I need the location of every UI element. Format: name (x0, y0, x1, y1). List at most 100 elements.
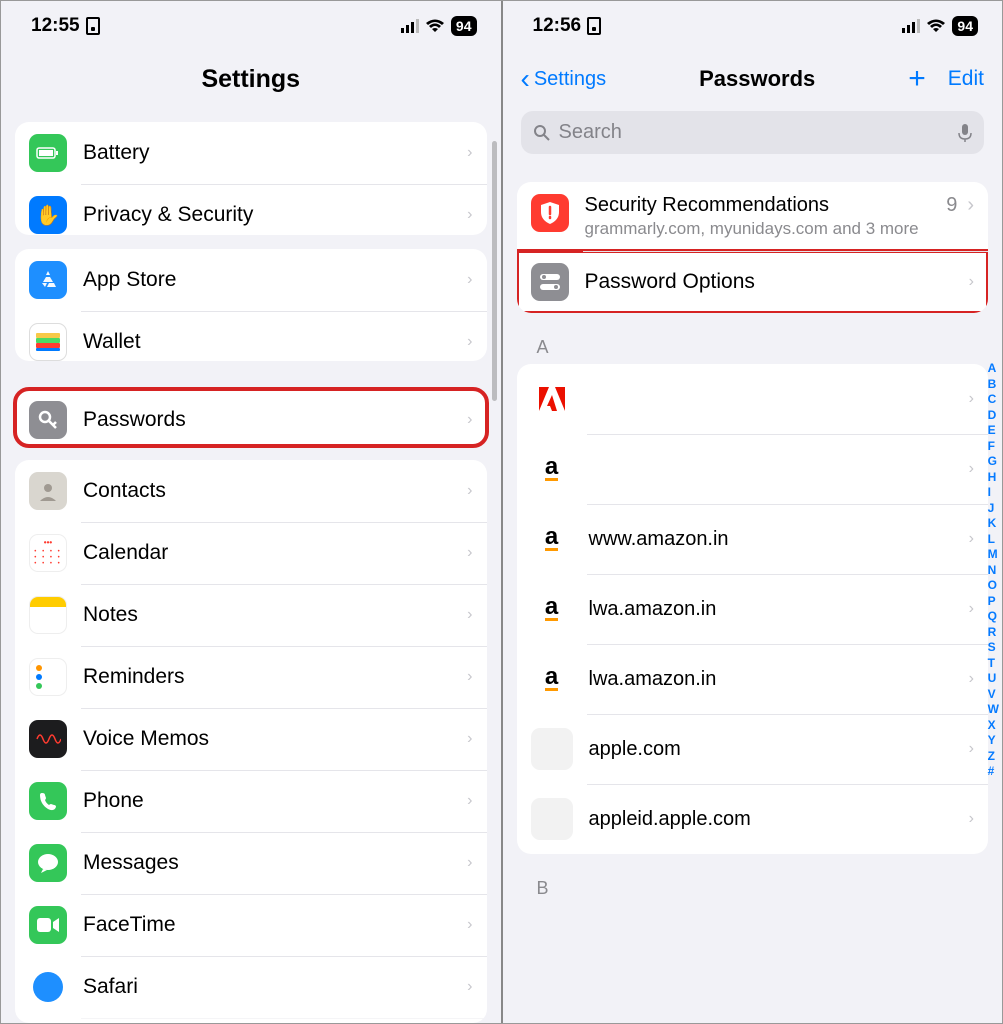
row-messages[interactable]: Messages › (15, 832, 487, 894)
row-wallet[interactable]: Wallet › (15, 311, 487, 362)
signal-icon (401, 19, 419, 33)
row-wallet-label: Wallet (83, 330, 467, 354)
chevron-right-icon: › (969, 390, 974, 408)
entry-label: lwa.amazon.in (589, 598, 969, 621)
battery-badge: 94 (451, 16, 477, 36)
index-letter[interactable]: D (988, 408, 999, 422)
key-icon (29, 401, 67, 439)
contacts-icon (29, 472, 67, 510)
index-letter[interactable]: # (988, 764, 999, 778)
password-entry[interactable]: a lwa.amazon.in › (517, 644, 989, 714)
entry-label: www.amazon.in (589, 528, 969, 551)
search-input[interactable]: Search (521, 111, 985, 154)
row-reminders-label: Reminders (83, 665, 467, 689)
password-entry[interactable]: a www.amazon.in › (517, 504, 989, 574)
index-letter[interactable]: I (988, 485, 999, 499)
row-appstore[interactable]: App Store › (15, 249, 487, 311)
row-facetime[interactable]: FaceTime › (15, 894, 487, 956)
sim-icon (86, 17, 100, 35)
index-letter[interactable]: M (988, 547, 999, 561)
index-letter[interactable]: F (988, 439, 999, 453)
calendar-icon: ••• • • • •• • • •• • • • (29, 534, 67, 572)
safari-icon (29, 968, 67, 1006)
alpha-index[interactable]: ABCDEFGHIJKLMNOPQRSTUVWXYZ# (988, 361, 999, 778)
facetime-icon (29, 906, 67, 944)
index-letter[interactable]: T (988, 656, 999, 670)
index-letter[interactable]: N (988, 563, 999, 577)
edit-button[interactable]: Edit (948, 67, 984, 91)
nav-bar: ‹ Settings Passwords + Edit (503, 45, 1003, 105)
chevron-right-icon: › (467, 606, 472, 624)
sim-icon (587, 17, 601, 35)
security-subtitle: grammarly.com, myunidays.com and 3 more (585, 219, 947, 239)
index-letter[interactable]: X (988, 718, 999, 732)
shield-alert-icon (531, 194, 569, 232)
row-battery-label: Battery (83, 141, 467, 165)
back-button[interactable]: ‹ Settings (521, 63, 607, 95)
index-letter[interactable]: L (988, 532, 999, 546)
index-letter[interactable]: B (988, 377, 999, 391)
index-letter[interactable]: J (988, 501, 999, 515)
row-privacy[interactable]: ✋ Privacy & Security › (15, 184, 487, 235)
index-letter[interactable]: O (988, 578, 999, 592)
row-phone[interactable]: Phone › (15, 770, 487, 832)
reminders-icon (29, 658, 67, 696)
phone-icon (29, 782, 67, 820)
row-phone-label: Phone (83, 789, 467, 813)
row-contacts-label: Contacts (83, 479, 467, 503)
row-battery[interactable]: Battery › (15, 122, 487, 184)
chevron-right-icon: › (467, 978, 472, 996)
index-letter[interactable]: H (988, 470, 999, 484)
wifi-icon (926, 19, 946, 34)
index-letter[interactable]: A (988, 361, 999, 375)
apple-icon (531, 798, 573, 840)
row-passwords[interactable]: Passwords › (15, 389, 487, 445)
row-security-recommendations[interactable]: Security Recommendations grammarly.com, … (517, 182, 989, 251)
row-calendar[interactable]: ••• • • • •• • • •• • • • Calendar › (15, 522, 487, 584)
password-entry[interactable]: a lwa.amazon.in › (517, 574, 989, 644)
index-letter[interactable]: G (988, 454, 999, 468)
index-letter[interactable]: K (988, 516, 999, 530)
scroll-indicator[interactable] (492, 141, 497, 401)
row-password-options[interactable]: Password Options › (517, 251, 989, 313)
index-letter[interactable]: E (988, 423, 999, 437)
index-letter[interactable]: S (988, 640, 999, 654)
row-notes[interactable]: Notes › (15, 584, 487, 646)
index-letter[interactable]: V (988, 687, 999, 701)
back-label: Settings (534, 68, 606, 91)
status-time: 12:56 (533, 15, 582, 37)
password-entry[interactable]: a › (517, 434, 989, 504)
security-count: 9 (946, 194, 957, 217)
row-safari-label: Safari (83, 975, 467, 999)
row-safari[interactable]: Safari › (15, 956, 487, 1018)
mic-icon[interactable] (958, 123, 972, 143)
index-letter[interactable]: Y (988, 733, 999, 747)
index-letter[interactable]: Q (988, 609, 999, 623)
add-button[interactable]: + (908, 70, 926, 88)
index-letter[interactable]: W (988, 702, 999, 716)
index-letter[interactable]: P (988, 594, 999, 608)
row-voicememos[interactable]: Voice Memos › (15, 708, 487, 770)
chevron-right-icon: › (467, 482, 472, 500)
index-letter[interactable]: U (988, 671, 999, 685)
chevron-right-icon: › (969, 460, 974, 478)
password-entry[interactable]: › (517, 364, 989, 434)
index-letter[interactable]: Z (988, 749, 999, 763)
chevron-right-icon: › (969, 600, 974, 618)
wifi-icon (425, 19, 445, 34)
hand-icon: ✋ (29, 196, 67, 234)
amazon-icon: a (531, 658, 573, 700)
password-entry[interactable]: apple.com › (517, 714, 989, 784)
index-letter[interactable]: C (988, 392, 999, 406)
chevron-right-icon: › (467, 544, 472, 562)
amazon-icon: a (531, 448, 573, 490)
row-contacts[interactable]: Contacts › (15, 460, 487, 522)
password-entry[interactable]: appleid.apple.com › (517, 784, 989, 854)
wallet-icon (29, 323, 67, 361)
index-letter[interactable]: R (988, 625, 999, 639)
entry-label: appleid.apple.com (589, 808, 969, 831)
row-reminders[interactable]: Reminders › (15, 646, 487, 708)
status-bar: 12:56 94 (503, 1, 1003, 45)
row-stocks[interactable]: Stocks › (15, 1018, 487, 1023)
settings-group-battery-privacy: Battery › ✋ Privacy & Security › (15, 122, 487, 235)
